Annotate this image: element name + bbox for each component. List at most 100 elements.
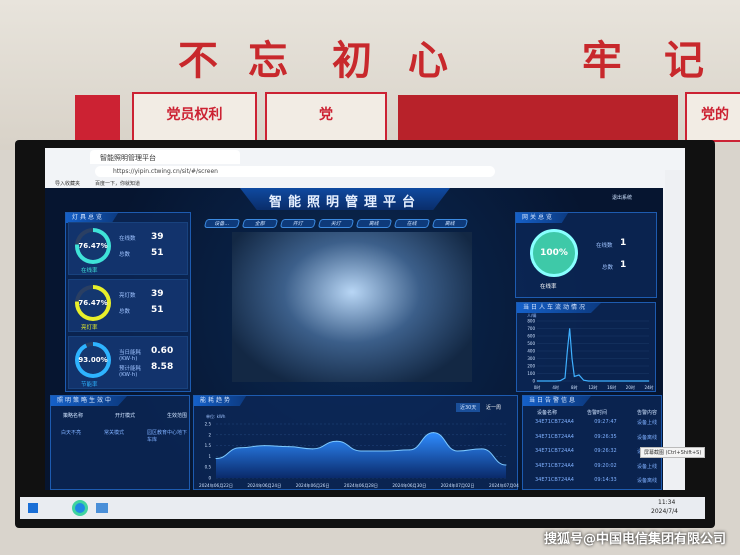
data-point xyxy=(312,448,314,450)
y-tick-label: 1.5 xyxy=(205,443,212,448)
slogan-char: 初 xyxy=(332,37,372,84)
x-tick-label: 2024年07月04日 xyxy=(489,482,519,489)
cell: 白天不亮 xyxy=(61,430,82,436)
x-tick-label: 0时 xyxy=(534,384,541,390)
data-point xyxy=(536,380,538,382)
ring-caption: 亮灯率 xyxy=(81,325,98,331)
data-point xyxy=(360,450,362,452)
stat-label: 当日能耗(KW·h) xyxy=(119,350,142,362)
gateway-online-label: 在线数 xyxy=(596,243,613,249)
favorite-item[interactable]: 百度一下，你就知道 xyxy=(95,180,140,187)
stat-value: 51 xyxy=(151,305,164,315)
x-tick-label: 8时 xyxy=(571,384,578,390)
stat-value: 0.60 xyxy=(151,346,174,356)
cell: 设备离线 xyxy=(636,478,657,484)
slogan-char: 不 xyxy=(178,37,218,84)
data-point xyxy=(336,440,338,442)
filter-button[interactable]: 开灯 xyxy=(279,219,317,228)
energy-area xyxy=(216,432,506,478)
table-row[interactable]: 34E71CB724A4 09:14:33 设备离线 xyxy=(535,477,657,484)
table-row[interactable]: 白天不亮 常关模式 园区教育中心地下车库 xyxy=(61,429,187,443)
cell: 设备离线 xyxy=(636,434,657,441)
y-tick-label: 2.5 xyxy=(205,422,212,427)
gateway-online-value: 1 xyxy=(620,238,627,248)
col-header: 设备名称 xyxy=(537,410,558,416)
clock-date[interactable]: 2024/7/4 xyxy=(651,508,678,515)
table-row[interactable]: 34E71CB724A4 09:27:47 设备上线 xyxy=(535,419,657,426)
wall-banner: 党 xyxy=(265,92,387,142)
address-bar[interactable]: https://yipin.ctwing.cn/sit/#/screen xyxy=(95,166,495,177)
data-point xyxy=(215,458,217,460)
filter-button[interactable]: 全部 xyxy=(241,219,279,228)
data-point xyxy=(457,450,459,452)
y-tick-label: 0.5 xyxy=(205,465,212,470)
y-tick-label: 600 xyxy=(527,334,535,339)
data-point xyxy=(263,445,265,447)
panel-title: 网关总览 xyxy=(516,213,569,223)
ring-caption: 节能率 xyxy=(81,382,98,388)
gateway-caption: 在线率 xyxy=(540,284,557,290)
col-header: 告警时间 xyxy=(586,410,607,416)
lamp-stat-card: 76.47% 亮灯率 亮灯数 39 总数 51 xyxy=(68,279,188,332)
x-tick-label: 12时 xyxy=(588,384,597,390)
table-row[interactable]: 34E71CB724A4 09:20:02 设备上线 xyxy=(535,463,657,470)
clock-time[interactable]: 11:34 xyxy=(658,499,675,506)
filter-button[interactable]: 离线 xyxy=(431,219,469,228)
y-tick-label: 2 xyxy=(208,432,211,437)
stat-value: 51 xyxy=(151,248,164,258)
data-point xyxy=(505,464,507,466)
progress-ring: 76.47% xyxy=(75,228,111,264)
edge-icon[interactable] xyxy=(72,500,88,516)
parking-garage-video[interactable] xyxy=(232,232,472,382)
col-header: 生效范围 xyxy=(166,413,187,419)
filter-button[interactable]: 离线 xyxy=(355,219,393,228)
filter-button[interactable]: 关灯 xyxy=(317,219,355,228)
progress-ring: 76.47% xyxy=(75,285,111,321)
data-point xyxy=(555,380,557,382)
y-tick-label: 400 xyxy=(527,349,535,354)
browser-tab[interactable]: 智能照明管理平台 xyxy=(90,150,240,164)
data-point xyxy=(583,379,585,381)
stat-label: 预计能耗(KW·h) xyxy=(119,366,142,378)
col-header: 策略名称 xyxy=(63,413,84,419)
gateway-online-ring: 100% xyxy=(530,229,578,277)
panel-title: 当日告警信息 xyxy=(523,396,592,406)
watermark: 搜狐号@中国电信集团有限公司 xyxy=(543,532,726,547)
gateway-panel: 网关总览 100% 在线率 在线数 1 总数 1 xyxy=(515,212,657,298)
cell: 常关模式 xyxy=(104,430,125,436)
data-point xyxy=(288,446,289,448)
data-point xyxy=(566,350,568,352)
col-header: 开灯模式 xyxy=(114,413,135,419)
y-tick-label: 800 xyxy=(527,319,535,324)
decoration xyxy=(75,95,120,140)
table-row[interactable]: 34E71CB724A409:26:32设备离线 xyxy=(535,448,657,455)
y-tick-label: 300 xyxy=(527,356,535,361)
energy-chart: 单位: kWh 0 0.5 1 1.5 2 2.5 2024年06月22日 2024年06月24… xyxy=(199,413,519,489)
explorer-icon[interactable] xyxy=(96,503,108,513)
wall-banner: 党员权利 xyxy=(132,92,257,142)
lamp-stat-card: 76.47% 在线率 在线数 39 总数 51 xyxy=(68,222,188,275)
ring-percent: 93.00% xyxy=(78,346,108,374)
exit-button[interactable]: 退出系统 xyxy=(612,194,632,201)
data-point xyxy=(592,380,594,382)
stat-value: 39 xyxy=(151,289,164,299)
traffic-line xyxy=(537,328,649,382)
edge-sidebar xyxy=(665,170,685,490)
data-point xyxy=(564,377,566,379)
filter-button[interactable]: 在线 xyxy=(393,219,431,228)
data-point xyxy=(433,432,434,434)
stat-label: 总数 xyxy=(119,309,131,315)
x-tick-label: 2024年06月26日 xyxy=(296,482,330,489)
windows-start-icon[interactable] xyxy=(28,503,38,513)
data-point xyxy=(481,448,483,450)
energy-panel: 能耗趋势 近30天 近一周 单位: kWh 0 0.5 1 1.5 2 2.5 2024年06… xyxy=(193,395,519,490)
cell: 34E71CB724A4 xyxy=(535,477,574,483)
filter-button[interactable]: 设备... xyxy=(203,219,241,228)
cell: 09:26:35 xyxy=(594,433,617,440)
table-row[interactable]: 34E71CB724A4 09:26:35 设备离线 xyxy=(535,434,657,441)
slogan-char: 忘 xyxy=(248,37,288,84)
page-title: 智能照明管理平台 xyxy=(240,188,450,210)
cell: 34E71CB724A4 xyxy=(535,419,574,425)
favorite-item[interactable]: 导入收藏夹 xyxy=(55,180,80,187)
y-tick-label: 1 xyxy=(208,454,211,459)
